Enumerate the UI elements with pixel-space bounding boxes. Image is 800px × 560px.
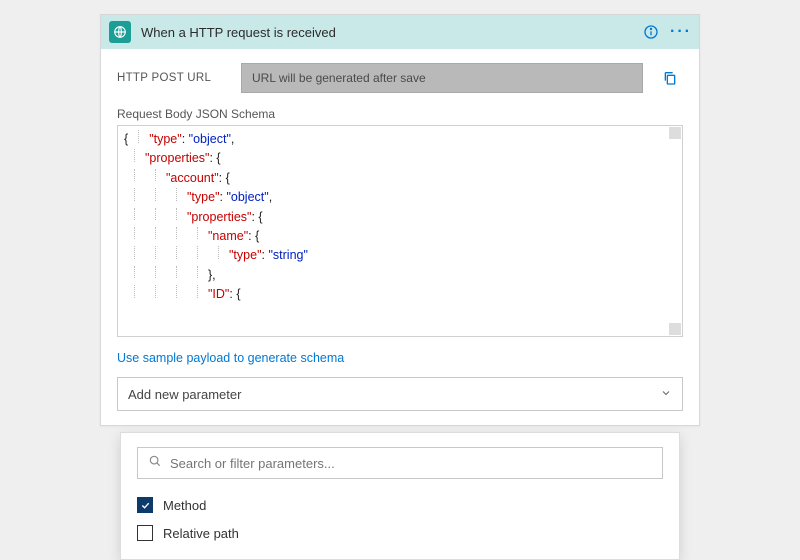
url-row: HTTP POST URL URL will be generated afte… (117, 63, 683, 93)
url-readonly-field: URL will be generated after save (241, 63, 643, 93)
dropdown-label: Add new parameter (128, 387, 241, 402)
http-trigger-icon (109, 21, 131, 43)
card-title: When a HTTP request is received (141, 25, 631, 40)
parameter-option[interactable]: Method (137, 491, 663, 519)
card-body: HTTP POST URL URL will be generated afte… (101, 49, 699, 425)
copy-url-button[interactable] (657, 65, 683, 91)
option-label: Method (163, 498, 206, 513)
parameter-search[interactable] (137, 447, 663, 479)
use-sample-payload-link[interactable]: Use sample payload to generate schema (117, 351, 344, 365)
url-label: HTTP POST URL (117, 72, 227, 84)
option-label: Relative path (163, 526, 239, 541)
parameter-options-list: Method Relative path (137, 491, 663, 547)
chevron-down-icon (660, 387, 672, 402)
parameter-option[interactable]: Relative path (137, 519, 663, 547)
parameter-dropdown-panel: Method Relative path (120, 432, 680, 560)
schema-label: Request Body JSON Schema (117, 107, 683, 121)
scroll-corner (669, 127, 681, 139)
checkbox[interactable] (137, 525, 153, 541)
trigger-card: When a HTTP request is received ··· HTTP… (100, 14, 700, 426)
checkbox[interactable] (137, 497, 153, 513)
add-new-parameter-dropdown[interactable]: Add new parameter (117, 377, 683, 411)
parameter-search-input[interactable] (170, 456, 652, 471)
card-header: When a HTTP request is received ··· (101, 15, 699, 49)
info-icon[interactable] (641, 22, 661, 42)
scroll-corner (669, 323, 681, 335)
search-icon (148, 454, 162, 473)
more-menu-icon[interactable]: ··· (671, 22, 691, 42)
schema-editor[interactable]: {"type": "object","properties": {"accoun… (117, 125, 683, 337)
